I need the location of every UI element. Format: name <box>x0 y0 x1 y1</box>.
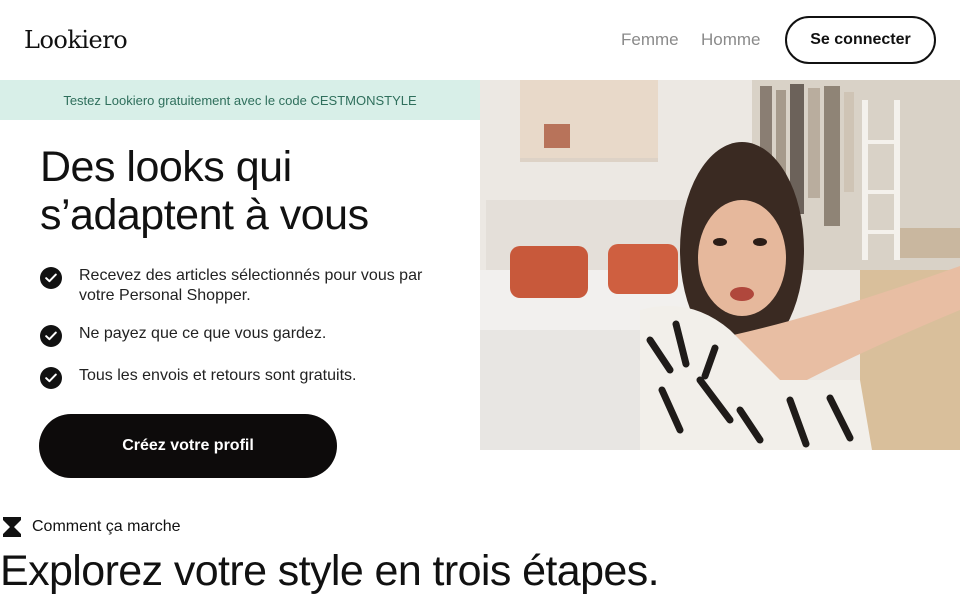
how-it-works-row: Comment ça marche <box>2 516 181 538</box>
promo-text: Testez Lookiero gratuitement avec le cod… <box>63 92 417 108</box>
benefit-text: Recevez des articles sélectionnés pour v… <box>79 267 423 304</box>
create-profile-button[interactable]: Créez votre profil <box>39 414 337 478</box>
check-icon <box>40 325 62 347</box>
hero-video[interactable] <box>480 80 960 450</box>
nav-link-femme[interactable]: Femme <box>621 30 679 50</box>
hero-title: Des looks qui s’adaptent à vous <box>40 143 369 239</box>
section-title: Explorez votre style en trois étapes. <box>0 547 660 595</box>
hourglass-icon <box>3 517 21 537</box>
site-header: Lookiero Femme Homme Se connecter <box>0 0 960 80</box>
check-icon <box>40 267 62 289</box>
nav-link-homme[interactable]: Homme <box>701 30 761 50</box>
login-button[interactable]: Se connecter <box>785 16 936 64</box>
benefit-text: Tous les envois et retours sont gratuits… <box>79 367 357 384</box>
benefit-text: Ne payez que ce que vous gardez. <box>79 325 327 342</box>
lookiero-logo[interactable]: Lookiero <box>24 26 128 54</box>
benefit-item: Recevez des articles sélectionnés pour v… <box>40 266 460 306</box>
hero-photo <box>480 80 960 450</box>
benefit-item: Tous les envois et retours sont gratuits… <box>40 366 460 389</box>
how-it-works-label: Comment ça marche <box>32 518 181 535</box>
benefit-item: Ne payez que ce que vous gardez. <box>40 324 460 347</box>
promo-banner: Testez Lookiero gratuitement avec le cod… <box>0 80 480 120</box>
check-icon <box>40 367 62 389</box>
